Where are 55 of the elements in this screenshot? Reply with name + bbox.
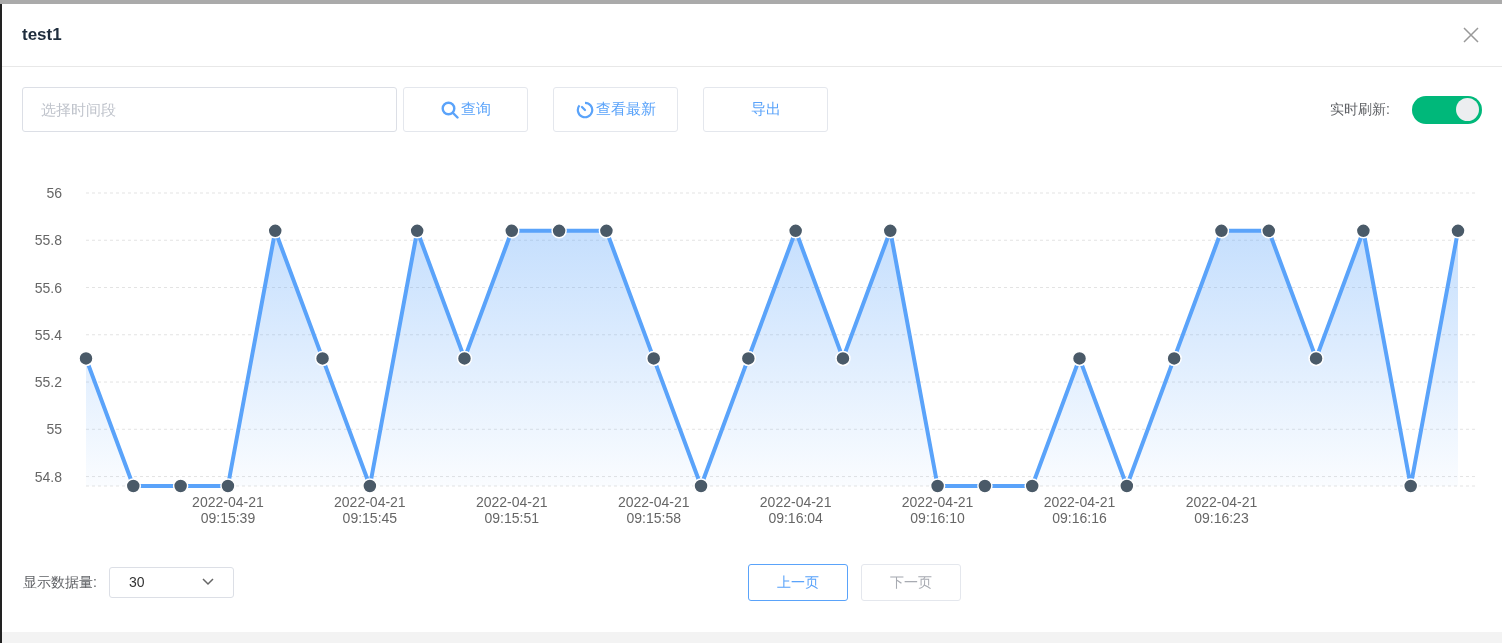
realtime-refresh-label: 实时刷新: <box>1330 100 1390 119</box>
data-point <box>929 478 946 494</box>
data-point <box>172 478 189 494</box>
data-point <box>977 478 993 494</box>
count-label: 显示数据量: <box>23 572 97 592</box>
data-point <box>314 350 331 367</box>
data-point <box>504 223 520 239</box>
y-tick-label: 55.2 <box>34 374 62 391</box>
data-point <box>1213 223 1230 239</box>
data-point <box>1450 223 1466 239</box>
search-button[interactable]: 查询 <box>403 87 528 132</box>
data-point <box>882 223 899 239</box>
data-point <box>456 350 473 367</box>
data-point <box>409 223 425 239</box>
data-point <box>1402 478 1419 494</box>
y-tick-label: 54.8 <box>34 468 62 485</box>
data-point <box>78 350 94 367</box>
y-tick-label: 55.8 <box>34 232 62 249</box>
refresh-icon <box>575 100 594 119</box>
x-tick-label: 2022-04-21 09:15:39 <box>192 494 264 526</box>
data-point <box>787 223 804 239</box>
toolbar-button[interactable]: 查看最新 <box>553 87 678 132</box>
data-point <box>740 350 757 367</box>
data-point <box>551 223 567 239</box>
x-tick-label: 2022-04-21 09:15:51 <box>476 494 548 526</box>
count-select[interactable]: 30 <box>108 566 234 598</box>
data-point <box>1024 478 1040 494</box>
toggle-switch[interactable] <box>1412 95 1482 124</box>
y-tick-label: 56 <box>46 185 62 201</box>
data-point <box>693 478 709 494</box>
close-icon[interactable] <box>1462 26 1480 44</box>
x-tick-label: 2022-04-21 09:16:16 <box>1043 494 1116 526</box>
data-point <box>598 223 615 239</box>
data-point <box>220 478 236 494</box>
x-tick-label: 2022-04-21 09:16:23 <box>1185 494 1258 526</box>
toolbar-button[interactable]: 导出 <box>703 87 828 132</box>
dialog-title: test1 <box>22 24 62 47</box>
data-point <box>1261 223 1277 239</box>
x-tick-label: 2022-04-21 09:15:58 <box>617 494 690 526</box>
data-point <box>267 223 283 239</box>
data-point <box>1355 223 1372 239</box>
data-point <box>1166 350 1182 367</box>
x-tick-label: 2022-04-21 09:16:04 <box>759 494 832 526</box>
search-icon <box>440 100 459 119</box>
data-point <box>1071 350 1088 367</box>
chevron-down-icon <box>201 578 214 586</box>
y-tick-label: 55.4 <box>34 326 62 343</box>
y-tick-label: 55.6 <box>34 279 62 296</box>
y-tick-label: 55 <box>46 421 62 438</box>
data-point <box>1308 350 1324 367</box>
x-tick-label: 2022-04-21 09:16:10 <box>901 494 974 526</box>
time-range-field[interactable]: 选择时间段 <box>22 87 397 132</box>
pagination-button[interactable]: 上一页 <box>747 563 848 601</box>
data-point <box>125 478 142 494</box>
x-tick-label: 2022-04-21 09:15:45 <box>334 494 406 526</box>
